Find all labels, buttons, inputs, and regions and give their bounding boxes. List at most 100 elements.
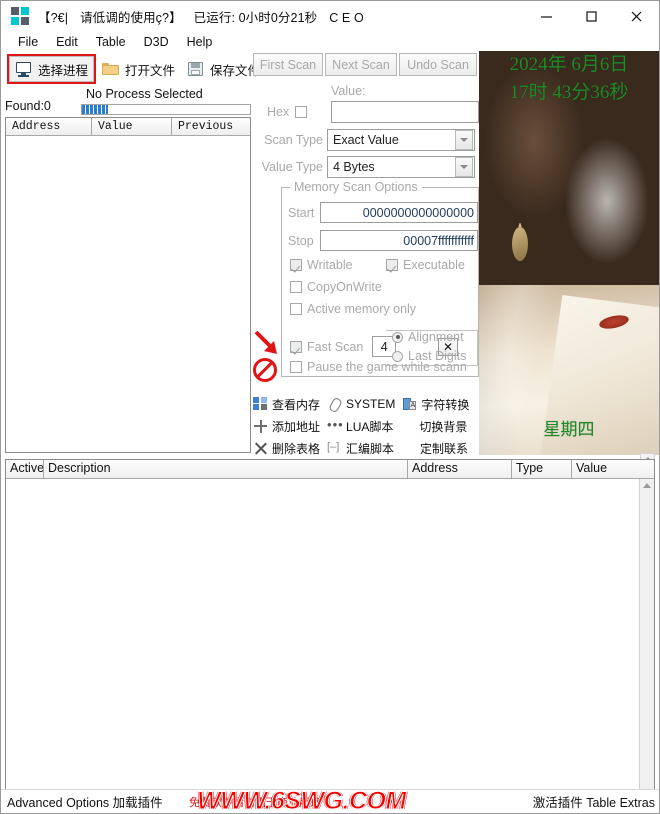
- value-label: Value:: [331, 84, 366, 98]
- column-header-value[interactable]: Value: [92, 118, 172, 136]
- fast-scan-label: Fast Scan: [307, 339, 364, 354]
- cheat-table-body: [6, 479, 654, 790]
- menu-item-d3d[interactable]: D3D: [135, 33, 178, 51]
- folder-icon: [102, 61, 120, 77]
- add-address-button[interactable]: 添加地址: [253, 418, 320, 435]
- copyonwrite-checkbox[interactable]: [290, 281, 302, 293]
- value-type-row: Value Type 4 Bytes: [253, 156, 479, 178]
- scan-results-grid[interactable]: Address Value Previous: [5, 117, 251, 453]
- copyonwrite-option[interactable]: CopyOnWrite: [290, 280, 382, 294]
- overlay-weekday: 星期四: [543, 420, 595, 439]
- menu-item-help[interactable]: Help: [178, 33, 222, 51]
- cheat-column-description[interactable]: Description: [44, 460, 408, 479]
- chevron-down-icon[interactable]: [455, 157, 473, 177]
- open-file-label: 打开文件: [125, 63, 176, 78]
- start-address-input[interactable]: 0000000000000000: [320, 202, 478, 223]
- active-memory-checkbox[interactable]: [290, 303, 302, 315]
- cheat-table-scrollbar[interactable]: [639, 479, 654, 790]
- hex-checkbox[interactable]: [295, 106, 308, 118]
- scan-type-row: Scan Type Exact Value: [253, 129, 479, 151]
- delete-table-label: 删除表格: [272, 441, 321, 456]
- char-convert-button[interactable]: A 字符转换: [402, 396, 469, 413]
- cheat-table[interactable]: Active Description Address Type Value: [5, 459, 655, 791]
- status-table-extras[interactable]: 激活插件 Table Extras: [533, 792, 655, 811]
- tool-row-2: 添加地址 ••• LUA脚本 切换背景: [253, 415, 479, 437]
- artwork-earring: [512, 227, 528, 261]
- memory-grid-icon: [253, 396, 268, 412]
- toggle-background-button[interactable]: 切换背景: [400, 418, 467, 435]
- delete-table-button[interactable]: 删除表格: [253, 440, 320, 457]
- chevron-down-icon[interactable]: [455, 130, 473, 150]
- close-icon[interactable]: [614, 1, 659, 31]
- lua-script-button[interactable]: ••• LUA脚本: [327, 418, 393, 435]
- value-type-dropdown[interactable]: 4 Bytes: [327, 156, 475, 178]
- pause-game-option[interactable]: Pause the game while scann: [290, 360, 467, 374]
- executable-option[interactable]: Executable: [386, 258, 465, 272]
- select-process-button[interactable]: 选择进程: [7, 54, 97, 84]
- system-label: SYSTEM: [346, 397, 396, 411]
- contact-label: 定制联系: [420, 441, 469, 456]
- minimize-icon[interactable]: [524, 1, 569, 31]
- tool-row-1: 查看内存 SYSTEM A 字符转换: [253, 393, 479, 415]
- assembly-script-button[interactable]: [–] 汇编脚本: [327, 440, 394, 457]
- undo-scan-button[interactable]: Undo Scan: [399, 53, 477, 76]
- stop-address-row: Stop 00007fffffffffff: [288, 230, 478, 251]
- status-advanced-options[interactable]: Advanced Options 加载插件: [7, 792, 163, 811]
- title-segment-2: 请低调的使用ç?】: [80, 10, 182, 25]
- overlay-time: 17时 43分36秒: [509, 82, 629, 103]
- tool-row-3: 删除表格 [–] 汇编脚本 定制联系: [253, 437, 479, 459]
- executable-checkbox[interactable]: [386, 259, 398, 271]
- writable-checkbox[interactable]: [290, 259, 302, 271]
- next-scan-button[interactable]: Next Scan: [325, 53, 397, 76]
- floppy-disk-icon: [187, 61, 205, 77]
- menu-item-file[interactable]: File: [9, 33, 47, 51]
- memory-scan-options-legend: Memory Scan Options: [290, 180, 422, 194]
- executable-label: Executable: [403, 258, 465, 272]
- no-process-label: No Process Selected: [86, 87, 203, 101]
- alignment-option[interactable]: Alignment: [392, 330, 464, 344]
- column-header-previous[interactable]: Previous: [172, 118, 250, 136]
- scan-type-label: Scan Type: [264, 133, 323, 147]
- hex-label: Hex: [267, 105, 290, 119]
- scan-results-body: [6, 136, 250, 452]
- stop-address-input[interactable]: 00007fffffffffff: [320, 230, 478, 251]
- red-arrow-annotation: [253, 329, 281, 357]
- fast-scan-option[interactable]: Fast Scan 4: [290, 336, 397, 357]
- open-file-button[interactable]: 打开文件: [96, 54, 181, 84]
- scan-value-input[interactable]: [331, 101, 479, 123]
- scan-results-header: Address Value Previous: [6, 118, 250, 136]
- system-button[interactable]: SYSTEM: [327, 397, 395, 412]
- cheat-column-active[interactable]: Active: [6, 460, 44, 479]
- alignment-radio[interactable]: [392, 331, 403, 343]
- writable-option[interactable]: Writable: [290, 258, 353, 272]
- value-type-label: Value Type: [261, 160, 323, 174]
- scroll-up-icon[interactable]: [643, 483, 651, 488]
- cheat-column-address[interactable]: Address: [408, 460, 512, 479]
- cheat-column-type[interactable]: Type: [512, 460, 572, 479]
- column-header-address[interactable]: Address: [6, 118, 92, 136]
- brackets-icon: [–]: [327, 440, 340, 453]
- hex-option[interactable]: Hex: [267, 105, 308, 119]
- menu-item-table[interactable]: Table: [87, 33, 135, 51]
- plus-icon: [253, 419, 268, 434]
- cheat-column-value[interactable]: Value: [572, 460, 654, 479]
- value-type-value: 4 Bytes: [333, 160, 375, 174]
- table-convert-icon: A: [402, 397, 417, 412]
- pause-game-checkbox[interactable]: [290, 361, 302, 373]
- menu-item-edit[interactable]: Edit: [47, 33, 87, 51]
- background-artwork-panel[interactable]: 2024年 6月6日 17时 43分36秒 星期四: [479, 51, 659, 455]
- fast-scan-checkbox[interactable]: [290, 340, 302, 353]
- active-memory-option[interactable]: Active memory only: [290, 302, 416, 316]
- scan-type-dropdown[interactable]: Exact Value: [327, 129, 475, 151]
- maximize-icon[interactable]: [569, 1, 614, 31]
- select-process-label: 选择进程: [38, 63, 89, 78]
- view-memory-button[interactable]: 查看内存: [253, 396, 320, 413]
- active-memory-label: Active memory only: [307, 302, 417, 316]
- toggle-background-label: 切换背景: [419, 419, 468, 434]
- monitor-icon: [15, 61, 33, 77]
- ellipsis-icon: •••: [327, 416, 344, 432]
- first-scan-button[interactable]: First Scan: [253, 53, 323, 76]
- writable-label: Writable: [307, 258, 353, 272]
- contact-button[interactable]: 定制联系: [401, 440, 468, 457]
- title-bar: 【?€| 请低调的使用ç?】 已运行: 0小时0分21秒 C E O: [1, 1, 659, 31]
